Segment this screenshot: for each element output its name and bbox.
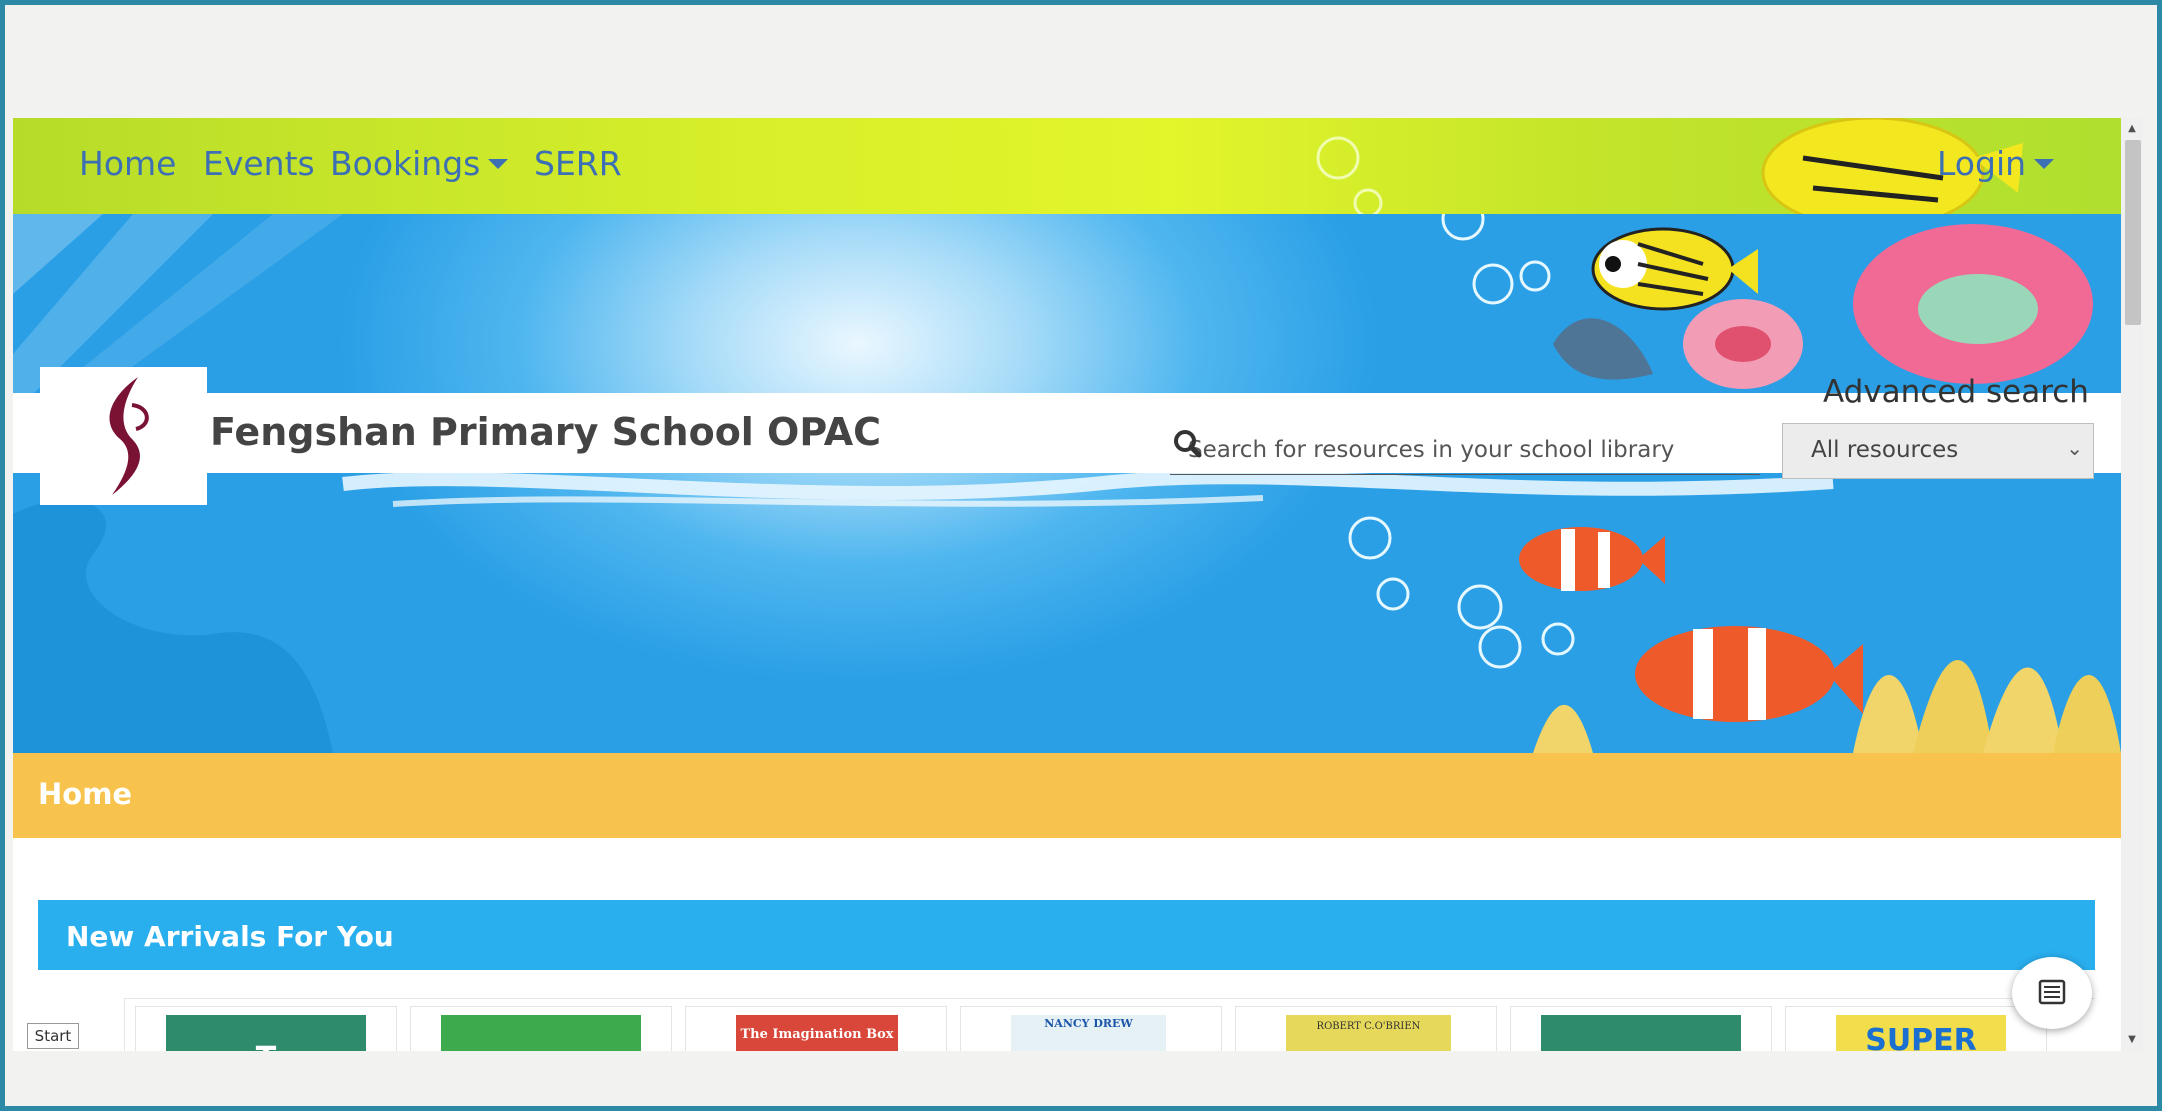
login-label: Login [1937,144,2027,183]
school-logo-mark [109,377,149,495]
nav-events-link[interactable]: Events [203,144,315,183]
book-card[interactable] [410,1006,672,1051]
book-cover-text: T [166,1041,366,1051]
book-cover [1541,1015,1741,1051]
book-cover: ROBERT C.O'BRIEN [1286,1015,1451,1051]
book-cover: T [166,1015,366,1051]
book-cover: NANCY DREW [1011,1015,1166,1051]
search-box [1170,426,1760,475]
resource-type-select[interactable]: All resources ⌄ [1782,423,2094,479]
top-navbar: Home Events Bookings SERR Login [13,118,2121,214]
scroll-up-arrow[interactable]: ▲ [2121,118,2143,140]
search-icon[interactable] [1170,426,1206,462]
book-cover-text: NANCY DREW [1044,1017,1133,1030]
hero-banner: Fengshan Primary School OPAC Advanced se… [13,214,2121,753]
advanced-search-link[interactable]: Advanced search [1823,374,2089,410]
nav-serr-link[interactable]: SERR [534,144,622,183]
scroll-thumb[interactable] [2125,140,2141,325]
list-icon [2038,979,2066,1005]
page-heading-bar: Home [13,753,2121,838]
nav-home-link[interactable]: Home [79,144,176,183]
book-cover-text: ROBERT C.O'BRIEN [1316,1021,1421,1032]
new-arrivals-header: New Arrivals For You [38,900,2095,970]
book-cover: The Imagination Box [736,1015,898,1051]
nav-bookings-dropdown[interactable]: Bookings [330,144,509,183]
scroll-down-arrow[interactable]: ▼ [2121,1029,2143,1051]
caret-down-icon [488,158,509,169]
ocean-illustration [13,214,2121,753]
book-card[interactable]: T [135,1006,397,1051]
vertical-scrollbar[interactable]: ▲ ▼ [2121,118,2143,1051]
search-input[interactable] [1170,426,1710,474]
book-card[interactable]: SUPER [1785,1006,2047,1051]
book-card[interactable] [1510,1006,1772,1051]
caret-down-icon [2034,158,2055,169]
site-title: Fengshan Primary School OPAC [210,410,882,454]
nav-bookings-label: Bookings [330,144,481,183]
book-cover-text: The Imagination Box [740,1027,894,1042]
chevron-down-icon: ⌄ [2066,436,2083,460]
browser-viewport: Home Events Bookings SERR Login Fengshan… [13,118,2121,1051]
page-title: Home [38,777,133,811]
login-dropdown[interactable]: Login [1937,144,2055,183]
floating-menu-button[interactable] [2012,957,2092,1029]
book-cover: SUPER [1836,1015,2006,1051]
new-arrivals-title: New Arrivals For You [66,920,394,953]
book-card[interactable]: ROBERT C.O'BRIEN [1235,1006,1497,1051]
resource-type-value: All resources [1811,437,1959,463]
book-cover-text: SUPER [1865,1023,1977,1051]
book-cover [441,1015,641,1051]
book-card[interactable]: The Imagination Box [685,1006,947,1051]
school-logo[interactable] [40,367,207,505]
book-card[interactable]: NANCY DREW [960,1006,1222,1051]
start-button[interactable]: Start [27,1023,79,1049]
